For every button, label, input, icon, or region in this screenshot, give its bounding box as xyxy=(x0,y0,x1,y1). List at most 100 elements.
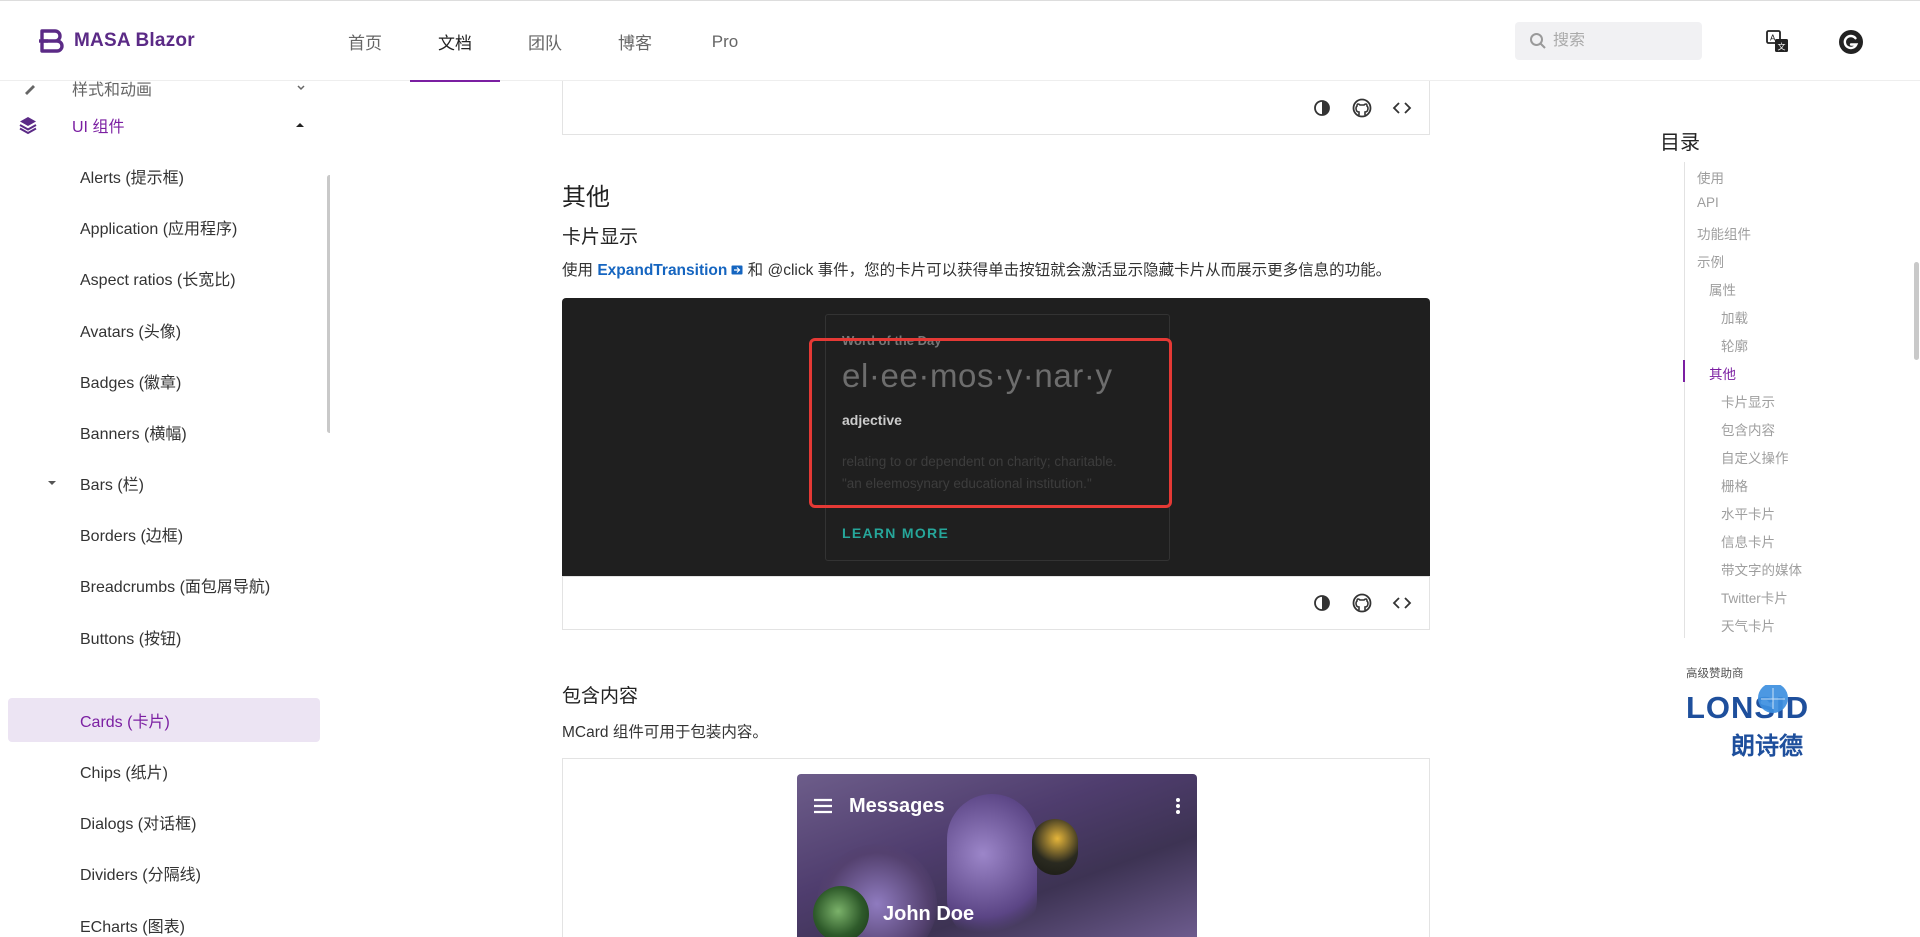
sidebar-item-label: Buttons (按钮) xyxy=(80,631,182,648)
toc-item-twitter-card[interactable]: Twitter卡片 xyxy=(1721,587,1788,607)
sidebar-item-buttons[interactable]: Buttons (按钮) xyxy=(8,615,320,659)
toc-item-media-with-text[interactable]: 带文字的媒体 xyxy=(1721,559,1802,579)
layers-icon xyxy=(19,117,37,135)
toc-item-examples[interactable]: 示例 xyxy=(1697,251,1724,271)
toc-item-api[interactable]: API xyxy=(1697,195,1719,210)
sidebar-item-label: Chips (纸片) xyxy=(80,765,169,782)
word-of-the-day-card: Word of the Day el·ee·mos·y·nar·y adject… xyxy=(825,314,1170,561)
nav-team[interactable]: 团队 xyxy=(500,1,590,82)
chevron-down-icon xyxy=(297,85,305,91)
code-icon xyxy=(1392,101,1412,114)
toc-item-outlined[interactable]: 轮廓 xyxy=(1721,335,1748,355)
avatar xyxy=(813,886,869,937)
toc-item-other[interactable]: 其他 xyxy=(1709,363,1736,383)
toc-item-functional-components[interactable]: 功能组件 xyxy=(1697,223,1751,243)
sidebar-item-label: Application (应用程序) xyxy=(80,221,238,238)
divider xyxy=(562,576,1430,577)
toc-item-information-card[interactable]: 信息卡片 xyxy=(1721,531,1775,551)
sidebar-item-label: Alerts (提示框) xyxy=(80,170,185,187)
invert-colors-icon xyxy=(1314,594,1330,611)
sidebar-item-avatars[interactable]: Avatars (头像) xyxy=(8,308,320,352)
masa-logo-icon xyxy=(39,29,64,53)
theme-toggle-button[interactable] xyxy=(1309,95,1335,121)
example-toolbar xyxy=(562,576,1430,630)
github-icon[interactable] xyxy=(1838,29,1864,55)
invert-colors-icon xyxy=(1314,99,1330,116)
theme-toggle-button[interactable] xyxy=(1309,590,1335,616)
sidebar-item-badges[interactable]: Badges (徽章) xyxy=(8,359,320,403)
sidebar-item-borders[interactable]: Borders (边框) xyxy=(8,512,320,556)
lonsid-sponsor-logo[interactable]: LONSID 朗诗德 xyxy=(1686,685,1862,765)
sidebar-item-banners[interactable]: Banners (横幅) xyxy=(8,410,320,454)
sidebar-item-echarts[interactable]: ECharts (图表) xyxy=(8,903,320,937)
sidebar-item-breadcrumbs[interactable]: Breadcrumbs (面包屑导航) xyxy=(8,563,320,607)
code-icon xyxy=(1392,596,1412,609)
language-icon[interactable]: A 文 xyxy=(1765,29,1791,55)
view-source-github-button[interactable] xyxy=(1349,95,1375,121)
sidebar-item-alerts[interactable]: Alerts (提示框) xyxy=(8,154,320,198)
menu-icon[interactable] xyxy=(813,798,833,814)
show-code-button[interactable] xyxy=(1389,95,1415,121)
example-toolbar xyxy=(562,81,1430,135)
more-vert-icon[interactable] xyxy=(1175,797,1181,815)
section-heading-other: 其他 xyxy=(562,184,610,211)
toc-item-usage[interactable]: 使用 xyxy=(1697,167,1724,187)
example-preview-content: Messages John Doe xyxy=(562,758,1430,937)
sidebar-item-dialogs[interactable]: Dialogs (对话框) xyxy=(8,800,320,844)
sidebar-group-label: UI 组件 xyxy=(72,119,125,136)
search-box[interactable] xyxy=(1515,22,1702,60)
toc-item-props[interactable]: 属性 xyxy=(1709,279,1736,299)
toc-active-marker xyxy=(1683,360,1685,382)
toc-item-horizontal-cards[interactable]: 水平卡片 xyxy=(1721,503,1775,523)
toc-item-custom-actions[interactable]: 自定义操作 xyxy=(1721,447,1789,467)
sidebar-item-label: Dialogs (对话框) xyxy=(80,816,197,833)
example-preview-dark: Word of the Day el·ee·mos·y·nar·y adject… xyxy=(562,298,1430,576)
brand-name: MASA Blazor xyxy=(74,30,195,51)
svg-text:A: A xyxy=(1770,34,1776,43)
brand-logo[interactable]: MASA Blazor xyxy=(38,27,195,55)
definition-example: "an eleemosynary educational institution… xyxy=(842,476,1092,491)
card-part-of-speech: adjective xyxy=(842,412,902,428)
sidebar-scrollbar[interactable] xyxy=(327,175,330,433)
learn-more-button[interactable]: LEARN MORE xyxy=(842,525,949,541)
sidebar-item-dividers[interactable]: Dividers (分隔线) xyxy=(8,851,320,895)
toc-item-card-reveal[interactable]: 卡片显示 xyxy=(1721,391,1775,411)
sidebar-item-cards[interactable]: Cards (卡片) xyxy=(8,698,320,742)
toc-item-grids[interactable]: 栅格 xyxy=(1721,475,1748,495)
user-row: John Doe xyxy=(813,886,974,937)
caret-down-icon xyxy=(48,481,56,485)
toc-item-loading[interactable]: 加载 xyxy=(1721,307,1748,327)
sidebar-item-label: Borders (边框) xyxy=(80,528,184,545)
sidebar-item-label: Breadcrumbs (面包屑导航) xyxy=(80,579,271,596)
sidebar-item-bars[interactable]: Bars (栏) xyxy=(8,461,320,505)
sidebar-item-label: Avatars (头像) xyxy=(80,324,182,341)
nav-home[interactable]: 首页 xyxy=(320,1,410,82)
messages-toolbar: Messages xyxy=(797,774,1197,838)
top-nav: 首页 文档 团队 博客 Pro xyxy=(320,1,770,82)
sidebar-item-label: Aspect ratios (长宽比) xyxy=(80,272,236,289)
sidebar-group-ui-components[interactable]: UI 组件 xyxy=(8,103,320,147)
subsection-heading-card-display: 卡片显示 xyxy=(562,227,639,248)
sidebar-item-aspect-ratios[interactable]: Aspect ratios (长宽比) xyxy=(8,256,320,300)
messages-card: Messages John Doe xyxy=(797,774,1197,937)
sidebar-item-chips[interactable]: Chips (纸片) xyxy=(8,749,320,793)
show-code-button[interactable] xyxy=(1389,590,1415,616)
toc-item-weather-card[interactable]: 天气卡片 xyxy=(1721,615,1775,635)
nav-pro[interactable]: Pro xyxy=(680,1,770,82)
nav-docs[interactable]: 文档 xyxy=(410,1,500,82)
nav-blog[interactable]: 博客 xyxy=(590,1,680,82)
content-description: MCard 组件可用于包装内容。 xyxy=(562,724,768,741)
page-scrollbar[interactable] xyxy=(1914,262,1919,360)
top-app-bar: MASA Blazor 首页 文档 团队 博客 Pro A 文 xyxy=(0,0,1920,82)
card-word: el·ee·mos·y·nar·y xyxy=(842,357,1113,394)
search-input[interactable] xyxy=(1553,32,1693,50)
view-source-github-button[interactable] xyxy=(1349,590,1375,616)
card-overline: Word of the Day xyxy=(842,333,942,348)
expand-transition-link[interactable]: ExpandTransition xyxy=(597,262,727,279)
desc-text: 使用 xyxy=(562,262,598,279)
docs-sidebar: 样式和动画 UI 组件 Alerts (提示框) Application (应用… xyxy=(0,81,330,937)
toc-item-content-wrapping[interactable]: 包含内容 xyxy=(1721,419,1775,439)
component-link-icon xyxy=(731,265,743,275)
caret-up-icon xyxy=(296,123,304,127)
sidebar-item-application[interactable]: Application (应用程序) xyxy=(8,205,320,249)
